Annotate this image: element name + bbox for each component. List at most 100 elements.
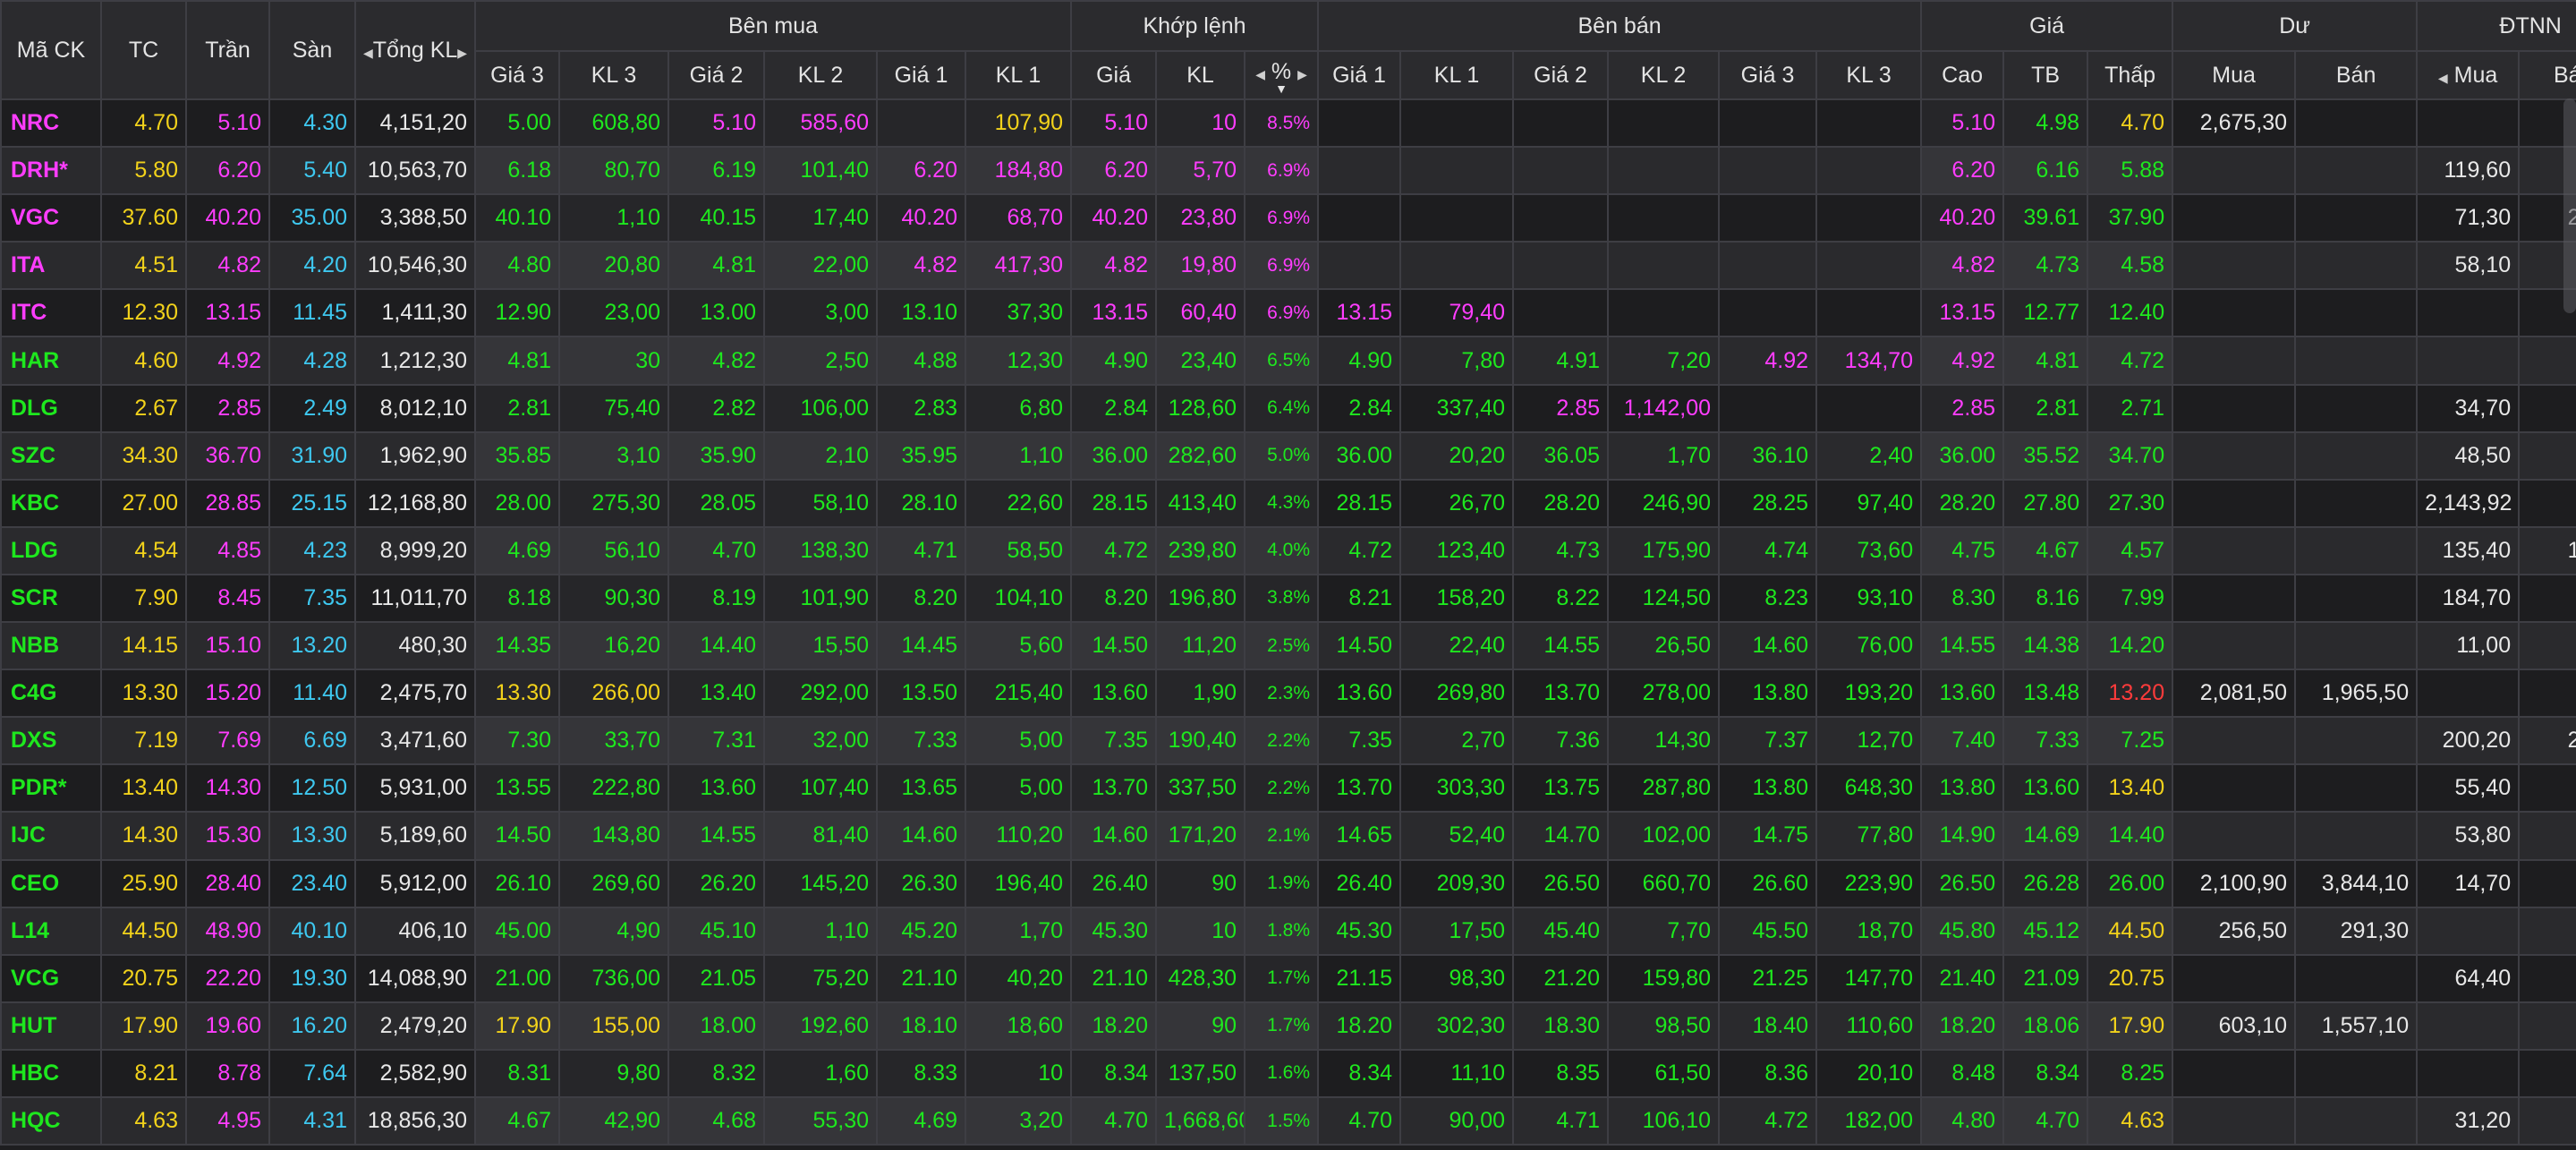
header-sell-vol1[interactable]: KL 1 xyxy=(1399,50,1515,100)
header-sell-price3[interactable]: Giá 3 xyxy=(1718,50,1818,100)
cell-symbol[interactable]: CEO xyxy=(0,858,102,908)
table-row[interactable]: L14 44.50 48.90 40.10 406,10 45.00 4,90 45.10 1,… xyxy=(0,906,2576,956)
table-row[interactable]: PDR* 13.40 14.30 12.50 5,931,00 13.55 222,80 13… xyxy=(0,763,2576,814)
cell-symbol[interactable]: PDR* xyxy=(0,763,102,814)
header-match-volume[interactable]: KL xyxy=(1155,50,1246,100)
cell-symbol[interactable]: ITC xyxy=(0,288,102,338)
header-symbol[interactable]: Mã CK xyxy=(0,0,102,100)
header-sell-vol2[interactable]: KL 2 xyxy=(1607,50,1721,100)
cell-low: 26.00 xyxy=(2087,858,2174,908)
table-row[interactable]: HBC 8.21 8.78 7.64 2,582,90 8.31 9,80 8.32 1,60 8… xyxy=(0,1048,2576,1098)
caret-left-icon[interactable]: ◀ xyxy=(2438,71,2448,85)
table-row[interactable]: VGC 37.60 40.20 35.00 3,388,50 40.10 1,10 40.15… xyxy=(0,193,2576,243)
vertical-scrollbar[interactable] xyxy=(2563,98,2576,313)
header-sell-price1[interactable]: Giá 1 xyxy=(1317,50,1402,100)
header-match-price[interactable]: Giá xyxy=(1070,50,1158,100)
table-row[interactable]: ITC 12.30 13.15 11.45 1,411,30 12.90 23,00 13.0… xyxy=(0,288,2576,338)
cell-symbol[interactable]: ITA xyxy=(0,241,102,291)
caret-left-icon[interactable]: ◀ xyxy=(363,46,373,60)
table-row[interactable]: SCR 7.90 8.45 7.35 11,011,70 8.18 90,30 8.19 101… xyxy=(0,573,2576,624)
cell-symbol[interactable]: IJC xyxy=(0,811,102,861)
cell-symbol[interactable]: HQC xyxy=(0,1095,102,1146)
cell-symbol[interactable]: KBC xyxy=(0,478,102,528)
cell-match-percent: 4.3% xyxy=(1244,478,1320,528)
header-buy-price3[interactable]: Giá 3 xyxy=(474,50,560,100)
cell-sell-vol1: 303,30 xyxy=(1399,763,1515,814)
cell-buy-vol2: 58,10 xyxy=(763,478,878,528)
cell-symbol[interactable]: SZC xyxy=(0,430,102,481)
cell-reference: 44.50 xyxy=(100,906,187,956)
cell-remaining-buy xyxy=(2172,763,2297,814)
cell-remaining-buy xyxy=(2172,430,2297,481)
cell-symbol[interactable]: L14 xyxy=(0,906,102,956)
cell-sell-price1 xyxy=(1317,98,1402,149)
header-buy-vol1[interactable]: KL 1 xyxy=(964,50,1073,100)
header-remaining-sell[interactable]: Bán xyxy=(2294,50,2419,100)
caret-left-icon[interactable]: ◀ xyxy=(1255,67,1265,81)
cell-symbol[interactable]: DXS xyxy=(0,716,102,766)
cell-buy-price3: 35.85 xyxy=(474,430,560,481)
cell-buy-price3: 2.81 xyxy=(474,383,560,433)
cell-symbol[interactable]: HUT xyxy=(0,1001,102,1051)
table-row[interactable]: HUT 17.90 19.60 16.20 2,479,20 17.90 155,00 18.… xyxy=(0,1001,2576,1051)
table-row[interactable]: DLG 2.67 2.85 2.49 8,012,10 2.81 75,40 2.82 106,… xyxy=(0,383,2576,433)
cell-sell-vol2 xyxy=(1607,241,1721,291)
table-row[interactable]: HAR 4.60 4.92 4.28 1,212,30 4.81 30 4.82 2,50 4.8… xyxy=(0,336,2576,386)
cell-sell-vol2: 98,50 xyxy=(1607,1001,1721,1051)
table-row[interactable]: SZC 34.30 36.70 31.90 1,962,90 35.85 3,10 35.90… xyxy=(0,430,2576,481)
cell-symbol[interactable]: NBB xyxy=(0,621,102,671)
cell-symbol[interactable]: DLG xyxy=(0,383,102,433)
header-remaining-buy[interactable]: Mua xyxy=(2172,50,2297,100)
header-average[interactable]: TB xyxy=(2002,50,2089,100)
table-row[interactable]: KBC 27.00 28.85 25.15 12,168,80 28.00 275,30 28… xyxy=(0,478,2576,528)
table-row[interactable]: NBB 14.15 15.10 13.20 480,30 14.35 16,20 14.40 1… xyxy=(0,621,2576,671)
table-row[interactable]: LDG 4.54 4.85 4.23 8,999,20 4.69 56,10 4.70 138,… xyxy=(0,525,2576,575)
header-sell-price2[interactable]: Giá 2 xyxy=(1512,50,1610,100)
header-buy-vol3[interactable]: KL 3 xyxy=(558,50,669,100)
cell-symbol[interactable]: HBC xyxy=(0,1048,102,1098)
header-foreign-sell[interactable]: Bán ▶ xyxy=(2518,50,2576,100)
table-row[interactable]: NRC 4.70 5.10 4.30 4,151,20 5.00 608,80 5.10 585… xyxy=(0,98,2576,149)
header-sell-vol3[interactable]: KL 3 xyxy=(1815,50,1923,100)
cell-remaining-buy xyxy=(2172,1095,2297,1146)
header-buy-price2[interactable]: Giá 2 xyxy=(667,50,765,100)
table-row[interactable]: IJC 14.30 15.30 13.30 5,189,60 14.50 143,80 14.… xyxy=(0,811,2576,861)
header-ceiling[interactable]: Trần xyxy=(185,0,270,100)
cell-buy-price3: 4.81 xyxy=(474,336,560,386)
cell-average: 4.73 xyxy=(2002,241,2089,291)
table-row[interactable]: VCG 20.75 22.20 19.30 14,088,90 21.00 736,00 21… xyxy=(0,953,2576,1003)
header-buy-vol2[interactable]: KL 2 xyxy=(763,50,878,100)
table-row[interactable]: HQC 4.63 4.95 4.31 18,856,30 4.67 42,90 4.68 55,… xyxy=(0,1095,2576,1146)
cell-match-volume: 190,40 xyxy=(1155,716,1246,766)
cell-buy-vol3: 608,80 xyxy=(558,98,669,149)
cell-symbol[interactable]: NRC xyxy=(0,98,102,149)
table-row[interactable]: ITA 4.51 4.82 4.20 10,546,30 4.80 20,80 4.81 22,… xyxy=(0,241,2576,291)
cell-foreign-buy: 184,70 xyxy=(2416,573,2521,624)
cell-symbol[interactable]: C4G xyxy=(0,669,102,719)
caret-right-icon[interactable]: ▶ xyxy=(457,46,467,60)
header-match-percent[interactable]: ◀ % ▶ ▼ xyxy=(1244,50,1320,100)
cell-average: 4.81 xyxy=(2002,336,2089,386)
header-buy-price1[interactable]: Giá 1 xyxy=(876,50,966,100)
caret-right-icon[interactable]: ▶ xyxy=(1297,67,1307,81)
cell-symbol[interactable]: DRH* xyxy=(0,146,102,196)
table-row[interactable]: DXS 7.19 7.69 6.69 3,471,60 7.30 33,70 7.31 32,0… xyxy=(0,716,2576,766)
header-foreign-buy[interactable]: ◀ Mua xyxy=(2416,50,2521,100)
header-floor[interactable]: Sàn xyxy=(268,0,356,100)
cell-floor: 7.64 xyxy=(268,1048,356,1098)
cell-foreign-buy: 2,143,92 xyxy=(2416,478,2521,528)
cell-symbol[interactable]: LDG xyxy=(0,525,102,575)
table-row[interactable]: CEO 25.90 28.40 23.40 5,912,00 26.10 269,60 26.… xyxy=(0,858,2576,908)
header-high[interactable]: Cao xyxy=(1920,50,2005,100)
header-reference[interactable]: TC xyxy=(100,0,187,100)
cell-floor: 7.35 xyxy=(268,573,356,624)
cell-symbol[interactable]: VGC xyxy=(0,193,102,243)
cell-symbol[interactable]: VCG xyxy=(0,953,102,1003)
cell-symbol[interactable]: SCR xyxy=(0,573,102,624)
cell-sell-vol3: 223,90 xyxy=(1815,858,1923,908)
header-total-volume[interactable]: ◀Tổng KL▶ xyxy=(354,0,476,100)
header-low[interactable]: Thấp xyxy=(2087,50,2174,100)
cell-symbol[interactable]: HAR xyxy=(0,336,102,386)
table-row[interactable]: C4G 13.30 15.20 11.40 2,475,70 13.30 266,00 13.… xyxy=(0,669,2576,719)
table-row[interactable]: DRH* 5.80 6.20 5.40 10,563,70 6.18 80,70 6.19 10… xyxy=(0,146,2576,196)
